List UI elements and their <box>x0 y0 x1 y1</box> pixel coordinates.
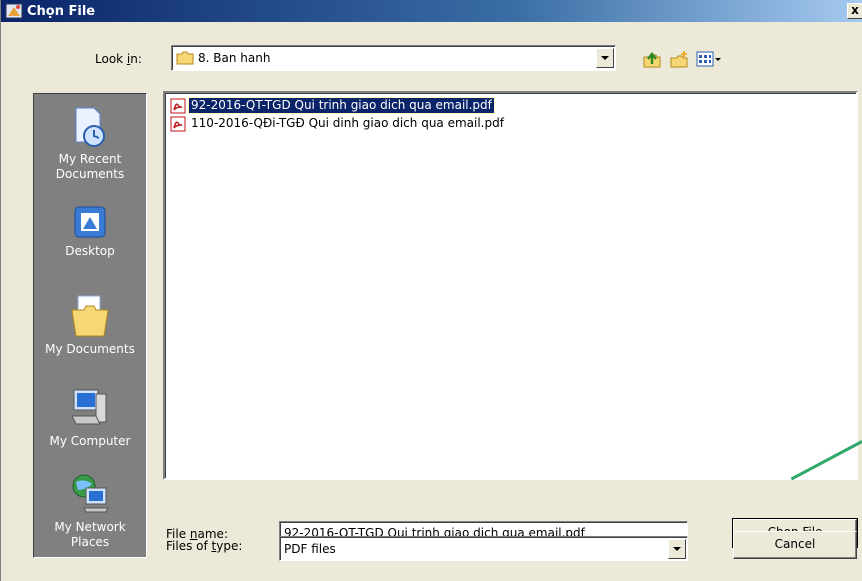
file-dialog: Chọn File x Look in: 8. Ban hanh My Rece… <box>0 0 862 581</box>
place-desktop[interactable]: Desktop <box>34 204 146 259</box>
file-list[interactable]: 92-2016-QT-TGD Qui trinh giao dich qua e… <box>163 91 858 480</box>
place-my-computer[interactable]: My Computer <box>34 386 146 449</box>
chevron-down-icon <box>673 547 681 551</box>
network-places-icon <box>72 474 109 513</box>
file-type-dropdown-button[interactable] <box>668 539 686 559</box>
my-documents-icon <box>71 295 109 337</box>
look-in-dropdown-button[interactable] <box>596 48 614 68</box>
pdf-file-icon <box>170 98 186 113</box>
desktop-icon <box>74 206 106 238</box>
place-label: Desktop <box>65 244 115 258</box>
close-button[interactable]: x <box>847 3 862 19</box>
place-label: My Recent Documents <box>55 152 125 181</box>
file-item-selected[interactable]: 92-2016-QT-TGD Qui trinh giao dich qua e… <box>170 97 495 114</box>
my-computer-icon <box>71 389 107 425</box>
file-name-text: 110-2016-QĐi-TGĐ Qui dinh giao dich qua … <box>191 116 504 130</box>
chevron-down-icon <box>601 56 609 60</box>
folder-icon <box>176 51 194 65</box>
app-icon <box>5 3 23 19</box>
file-name-text: 92-2016-QT-TGD Qui trinh giao dich qua e… <box>188 97 495 114</box>
new-folder-icon[interactable] <box>669 50 689 68</box>
view-menu-icon[interactable] <box>696 50 722 68</box>
place-label: My Documents <box>45 342 135 356</box>
window-title: Chọn File <box>27 3 96 19</box>
title-bar[interactable]: Chọn File x <box>1 0 862 22</box>
place-label: My Computer <box>49 434 131 448</box>
look-in-value: 8. Ban hanh <box>198 51 271 65</box>
file-type-value: PDF files <box>284 542 336 556</box>
place-network-places[interactable]: My Network Places <box>34 472 146 550</box>
place-label: My Network Places <box>54 520 126 549</box>
pdf-file-icon <box>170 116 186 131</box>
recent-documents-icon <box>75 107 105 147</box>
up-folder-icon[interactable] <box>642 50 662 68</box>
look-in-dropdown[interactable]: 8. Ban hanh <box>171 45 616 71</box>
place-recent-documents[interactable]: My Recent Documents <box>34 106 146 182</box>
file-type-label: Files of type: <box>166 539 243 553</box>
places-bar: My Recent Documents Desktop My Documents <box>33 93 147 558</box>
cancel-button[interactable]: Cancel <box>733 531 857 559</box>
look-in-label: Look in: <box>95 52 142 66</box>
close-icon: x <box>851 3 859 17</box>
file-item[interactable]: 110-2016-QĐi-TGĐ Qui dinh giao dich qua … <box>170 115 506 132</box>
file-type-dropdown[interactable]: PDF files <box>279 536 688 561</box>
place-my-documents[interactable]: My Documents <box>34 292 146 357</box>
